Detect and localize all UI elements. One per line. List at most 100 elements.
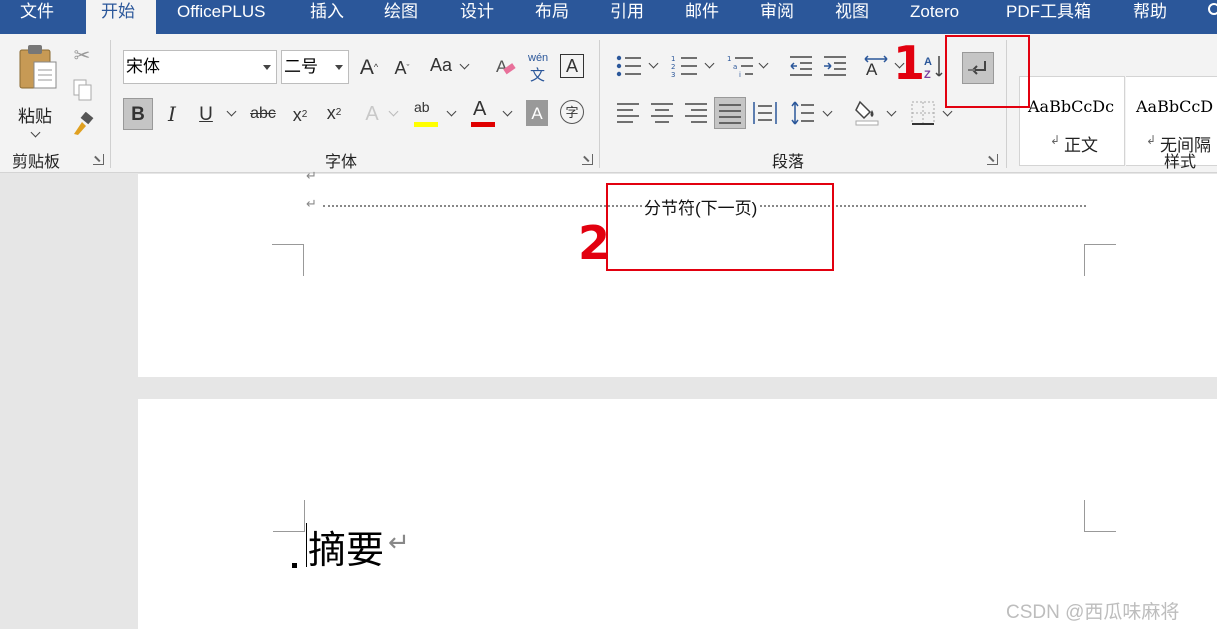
svg-text:2: 2 — [671, 63, 675, 71]
styles-group-label: 样式 — [1164, 154, 1197, 171]
crop-mark — [273, 500, 305, 532]
align-left-icon[interactable] — [615, 100, 641, 126]
clipboard-group-label: 剪贴板 — [12, 154, 61, 171]
character-shading-icon[interactable]: A — [526, 100, 548, 126]
underline-button[interactable]: U — [194, 100, 218, 128]
text-effects-icon[interactable]: A — [360, 100, 384, 128]
font-color-options-icon[interactable] — [502, 106, 513, 117]
format-painter-icon[interactable] — [70, 112, 96, 136]
heading-bullet — [292, 563, 297, 568]
svg-text:A: A — [866, 60, 878, 78]
text-direction-icon[interactable]: A — [862, 54, 890, 78]
tab-officeplus[interactable]: OfficePLUS — [177, 0, 266, 34]
highlight-button[interactable]: ab — [411, 98, 439, 130]
tab-file[interactable]: 文件 — [20, 0, 54, 34]
watermark: CSDN @西瓜味麻将 — [1006, 602, 1180, 623]
font-size-value: 二号 — [284, 57, 318, 77]
font-dialog-launcher-icon[interactable] — [582, 154, 593, 165]
group-divider — [110, 40, 111, 168]
decrease-indent-icon[interactable] — [788, 54, 814, 78]
justify-icon — [719, 104, 741, 124]
clipboard-dialog-launcher-icon[interactable] — [93, 154, 104, 165]
superscript-button[interactable]: x2 — [322, 100, 346, 126]
numbering-icon[interactable]: 1 2 3 — [671, 54, 699, 78]
align-center-icon[interactable] — [649, 100, 675, 126]
multilevel-options-icon[interactable] — [758, 58, 769, 69]
ribbon-tab-bar: 文件 开始 OfficePLUS 插入 绘图 设计 布局 引用 邮件 审阅 视图… — [0, 0, 1217, 34]
dropdown-arrow-icon — [263, 65, 271, 70]
tab-design[interactable]: 设计 — [460, 0, 494, 34]
heading-abstract[interactable]: 摘要 — [308, 519, 384, 574]
enclose-characters-icon[interactable]: 字 — [560, 100, 584, 124]
bullets-options-icon[interactable] — [648, 58, 659, 69]
shading-icon[interactable] — [854, 98, 880, 126]
character-border-icon[interactable]: A — [560, 54, 584, 78]
highlight-color-bar — [414, 122, 438, 127]
font-color-button[interactable]: A — [468, 98, 496, 130]
crop-mark — [1084, 244, 1116, 276]
sort-icon[interactable]: A Z — [922, 54, 944, 80]
underline-options-icon[interactable] — [226, 106, 237, 117]
tab-zotero[interactable]: Zotero — [910, 0, 959, 34]
numbering-options-icon[interactable] — [704, 58, 715, 69]
bold-button[interactable]: B — [123, 98, 153, 130]
distributed-icon[interactable] — [752, 100, 778, 126]
chevron-down-icon — [30, 127, 41, 138]
page-2[interactable]: 摘要 ↵ — [138, 399, 1217, 629]
phonetic-guide-top: wén — [528, 52, 549, 64]
align-right-icon[interactable] — [683, 100, 709, 126]
grow-font-icon[interactable]: A ^ — [356, 54, 382, 80]
line-spacing-options-icon[interactable] — [822, 106, 833, 117]
shrink-font-icon[interactable]: Aˇ — [390, 56, 414, 80]
borders-icon[interactable] — [910, 100, 936, 126]
text-effects-options-icon[interactable] — [388, 106, 399, 117]
svg-text:3: 3 — [671, 71, 675, 78]
paragraph-mark-icon: ↵ — [306, 168, 317, 183]
change-case-button[interactable]: Aa — [424, 52, 472, 80]
strikethrough-button[interactable]: abc — [249, 102, 277, 126]
crop-mark — [272, 244, 304, 276]
style-preview: AaBbCcDc — [1028, 97, 1115, 116]
tab-references[interactable]: 引用 — [610, 0, 644, 34]
phonetic-guide-button[interactable]: wén 文 — [526, 52, 550, 84]
font-family-value: 宋体 — [126, 57, 160, 77]
font-group-label: 字体 — [325, 154, 358, 171]
paste-button[interactable]: 粘贴 — [12, 42, 62, 142]
phonetic-guide-bottom: 文 — [530, 67, 546, 84]
clear-formatting-icon[interactable]: A — [494, 54, 518, 80]
svg-text:1: 1 — [727, 55, 731, 63]
shading-options-icon[interactable] — [886, 106, 897, 117]
style-normal[interactable]: AaBbCcDc ↲ 正文 — [1019, 76, 1125, 166]
tab-help[interactable]: 帮助 — [1133, 0, 1167, 34]
svg-text:a: a — [733, 63, 737, 71]
tab-pdf-toolbox[interactable]: PDF工具箱 — [1006, 0, 1091, 34]
font-family-select[interactable]: 宋体 — [123, 50, 277, 84]
borders-options-icon[interactable] — [942, 106, 953, 117]
scissors-icon[interactable]: ✂ — [70, 44, 94, 68]
chevron-down-icon — [459, 59, 470, 70]
line-spacing-icon[interactable] — [790, 100, 816, 126]
multilevel-list-icon[interactable]: 1 a i — [727, 54, 755, 78]
tab-layout[interactable]: 布局 — [535, 0, 569, 34]
tab-insert[interactable]: 插入 — [310, 0, 344, 34]
tab-review[interactable]: 审阅 — [760, 0, 794, 34]
paragraph-mark-icon: ↵ — [388, 527, 410, 557]
tab-view[interactable]: 视图 — [835, 0, 869, 34]
subscript-button[interactable]: x2 — [288, 102, 312, 128]
highlight-options-icon[interactable] — [446, 106, 457, 117]
increase-indent-icon[interactable] — [822, 54, 848, 78]
annotation-box-1 — [945, 35, 1030, 108]
justify-button[interactable] — [714, 97, 746, 129]
font-size-select[interactable]: 二号 — [281, 50, 349, 84]
paragraph-dialog-launcher-icon[interactable] — [987, 154, 998, 165]
tab-home[interactable]: 开始 — [86, 0, 156, 34]
svg-text:i: i — [739, 71, 741, 78]
font-color-bar — [471, 122, 495, 127]
copy-icon[interactable] — [72, 78, 94, 102]
change-case-label: Aa — [430, 55, 453, 75]
search-icon[interactable] — [1208, 3, 1217, 15]
bullets-icon[interactable] — [615, 54, 643, 78]
tab-mailings[interactable]: 邮件 — [685, 0, 719, 34]
italic-button[interactable]: I — [160, 100, 184, 128]
tab-draw[interactable]: 绘图 — [384, 0, 418, 34]
